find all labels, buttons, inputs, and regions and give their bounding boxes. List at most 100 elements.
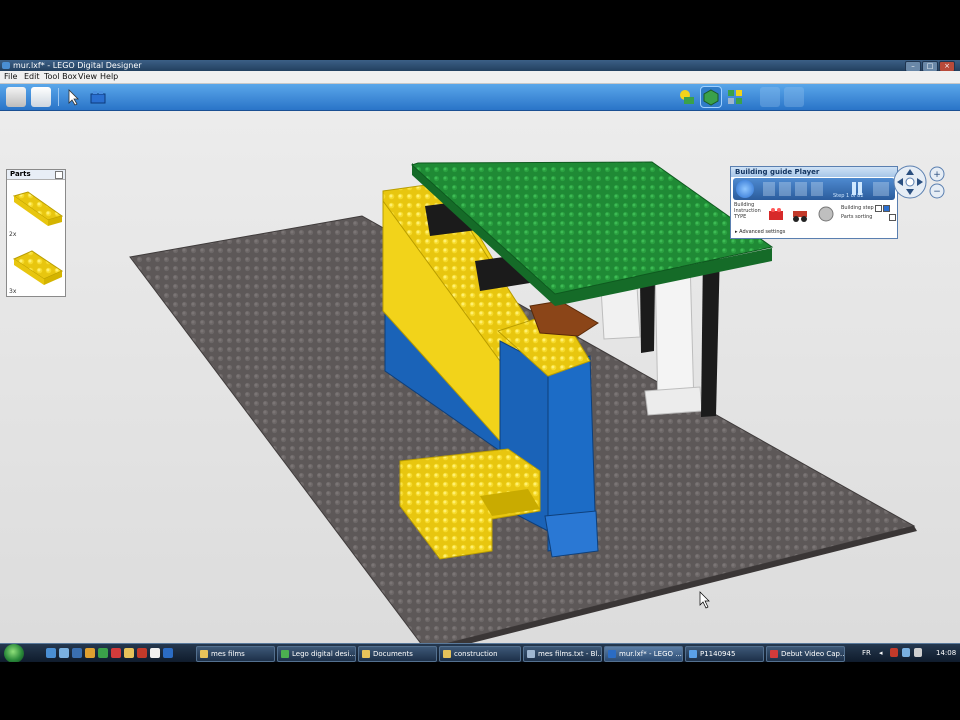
task-button-lego-digital-designer[interactable]: mur.lxf* - LEGO ... [604, 646, 683, 662]
task-label: mur.lxf* - LEGO ... [619, 650, 682, 658]
guide-player-controls: Step 1 of 82 [733, 178, 895, 200]
folder-icon [362, 650, 370, 658]
select-tool-icon[interactable] [64, 87, 84, 107]
guide-step-counter: Step 1 of 82 [833, 193, 864, 199]
redo-icon[interactable] [784, 87, 804, 107]
task-button-lego-designer-web[interactable]: Lego digital desi... [277, 646, 356, 662]
advanced-settings-label: Advanced settings [739, 229, 786, 235]
build-mode-icon[interactable] [677, 87, 697, 107]
task-button-construction[interactable]: construction [439, 646, 521, 662]
quicklaunch-switch-icon[interactable] [59, 648, 69, 658]
main-toolbar [0, 84, 960, 111]
building-guide-panel: Building guide Player Step 1 of 82 Build… [730, 166, 898, 239]
part-count-1: 2x [9, 231, 17, 238]
3d-viewport[interactable]: Parts 2x 3x Building guide Player Step 1… [0, 111, 960, 643]
task-label: construction [454, 650, 498, 658]
task-label: mes films.txt - Bl... [538, 650, 602, 658]
letterbox-bottom [0, 662, 960, 720]
window-title: mur.lxf* - LEGO Digital Designer [13, 61, 142, 70]
task-button-mes-films[interactable]: mes films [196, 646, 275, 662]
prev-step-icon[interactable] [779, 182, 791, 196]
record-icon [770, 650, 778, 658]
undo-icon[interactable] [760, 87, 780, 107]
brown-slope-brick[interactable] [529, 300, 599, 337]
car-model-icon[interactable] [791, 205, 809, 223]
menu-view[interactable]: View [78, 71, 97, 83]
print-icon[interactable] [6, 87, 26, 107]
task-button-photo[interactable]: P1140945 [685, 646, 764, 662]
quicklaunch-media-icon[interactable] [98, 648, 108, 658]
start-button[interactable] [4, 644, 24, 662]
tray-arrow-icon[interactable]: ◂ [879, 644, 883, 662]
menu-edit[interactable]: Edit [24, 71, 40, 83]
task-label: Lego digital desi... [292, 650, 356, 658]
window-titlebar[interactable]: mur.lxf* - LEGO Digital Designer – □ × [0, 60, 960, 72]
notepad-icon [527, 650, 535, 658]
quicklaunch-folder-icon[interactable] [85, 648, 95, 658]
desktop-screen: mur.lxf* - LEGO Digital Designer – □ × F… [0, 60, 960, 662]
letterbox-top [0, 0, 960, 60]
black-column-2[interactable] [640, 279, 655, 353]
quicklaunch-recorder-icon[interactable] [137, 648, 147, 658]
camera-navigation-control: + − [893, 164, 947, 200]
brick-tool-icon[interactable] [88, 87, 108, 107]
option-checkbox-2[interactable] [883, 205, 890, 212]
quicklaunch-lego-icon[interactable] [163, 648, 173, 658]
folder-icon [200, 650, 208, 658]
clock[interactable]: 14:08 [936, 644, 956, 662]
part-item-1[interactable]: 2x [8, 182, 64, 238]
guide-panel-title: Building guide Player [731, 167, 897, 177]
globe-icon[interactable] [736, 180, 754, 198]
quicklaunch-ie-icon[interactable] [72, 648, 82, 658]
task-label: P1140945 [700, 650, 736, 658]
task-label: Debut Video Cap... [781, 650, 845, 658]
option-checkbox-1[interactable] [875, 205, 882, 212]
windows-taskbar: mes films Lego digital desi... Documents… [0, 643, 960, 662]
menu-help[interactable]: Help [100, 71, 118, 83]
menu-toolbox[interactable]: Tool Box [44, 71, 77, 83]
first-step-icon[interactable] [763, 182, 775, 196]
task-label: mes films [211, 650, 245, 658]
svg-text:+: + [933, 170, 941, 180]
svg-text:−: − [933, 187, 941, 197]
export-icon[interactable] [31, 87, 51, 107]
quicklaunch-desktop-icon[interactable] [46, 648, 56, 658]
advanced-settings-link[interactable]: ▸ Advanced settings [735, 229, 785, 235]
guide-option-parts-sorting[interactable]: Parts sorting [841, 214, 872, 220]
lego-app-icon [2, 62, 10, 69]
last-step-icon[interactable] [811, 182, 823, 196]
guide-label-type: TYPE [734, 214, 747, 220]
tray-volume-icon[interactable] [914, 648, 922, 657]
part-item-2[interactable]: 3x [8, 239, 64, 295]
parts-panel-collapse-button[interactable] [55, 171, 63, 179]
parts-panel: Parts 2x 3x [6, 169, 66, 297]
white-pillar-base[interactable] [644, 386, 703, 416]
tray-app-icon[interactable] [890, 648, 898, 657]
task-button-documents[interactable]: Documents [358, 646, 437, 662]
tray-network-icon[interactable] [902, 648, 910, 657]
browser-icon [281, 650, 289, 658]
guide-mode-icon[interactable] [725, 87, 745, 107]
play-icon[interactable] [873, 182, 889, 196]
yellow-brick-2x6-icon [12, 191, 64, 226]
task-label: Documents [373, 650, 413, 658]
guide-option-building-step[interactable]: Building step [841, 205, 874, 211]
task-button-debut-video[interactable]: Debut Video Cap... [766, 646, 845, 662]
menu-file[interactable]: File [4, 71, 17, 83]
task-button-notepad[interactable]: mes films.txt - Bl... [523, 646, 602, 662]
part-count-2: 3x [9, 288, 17, 295]
quicklaunch-notepad-icon[interactable] [150, 648, 160, 658]
parts-sort-icon[interactable] [817, 205, 835, 223]
red-brick-icon[interactable] [767, 205, 785, 223]
quicklaunch-explorer-icon[interactable] [124, 648, 134, 658]
view-mode-icon[interactable] [700, 86, 722, 108]
photo-icon [689, 650, 697, 658]
yellow-brick-2x4-icon [12, 250, 64, 285]
folder-icon [443, 650, 451, 658]
next-step-icon[interactable] [795, 182, 807, 196]
blue-pillar-cap[interactable] [544, 510, 599, 558]
option-checkbox-3[interactable] [889, 214, 896, 221]
language-indicator[interactable]: FR [862, 644, 871, 662]
quicklaunch-app-icon[interactable] [111, 648, 121, 658]
lego-app-icon [608, 650, 616, 658]
